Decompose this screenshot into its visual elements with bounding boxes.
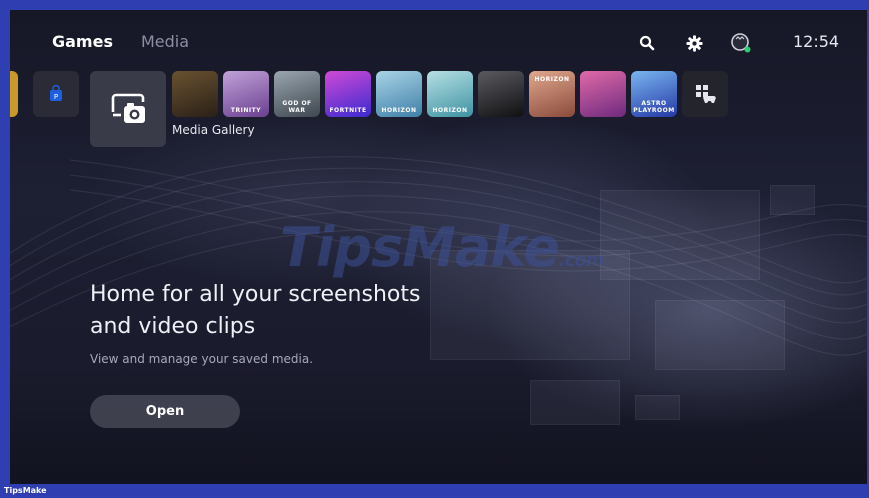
hero-title-line-2: and video clips <box>90 314 256 339</box>
tile-god-of-war[interactable]: GOD OF WAR <box>274 71 320 117</box>
tile-label: HORIZON <box>534 76 570 83</box>
tile-horizon-2[interactable]: HORIZON <box>427 71 473 117</box>
hero-title-line-1: Home for all your screenshots <box>90 282 421 307</box>
tile-baldurs-gate[interactable] <box>172 71 218 117</box>
online-status-dot <box>744 46 751 53</box>
tab-media[interactable]: Media <box>141 32 189 51</box>
svg-text:P: P <box>54 93 58 101</box>
tile-deliver-us[interactable] <box>580 71 626 117</box>
open-button[interactable]: Open <box>90 395 240 428</box>
watermark-logo: TipsMake.com <box>280 216 605 279</box>
tile-horizon-1[interactable]: HORIZON <box>376 71 422 117</box>
tile-label: GOD OF WAR <box>282 100 312 114</box>
tile-label: TRINITY <box>230 107 262 114</box>
tile-label: FORTNITE <box>329 107 367 114</box>
background-ghost-panel <box>635 395 680 420</box>
media-gallery-tile[interactable] <box>90 71 166 147</box>
tile-trinity-fusion[interactable]: TRINITY <box>223 71 269 117</box>
camera-screen-icon <box>111 93 145 123</box>
ps-store-icon: P <box>50 85 62 101</box>
search-icon[interactable] <box>636 32 658 54</box>
media-gallery-label: Media Gallery <box>172 123 255 137</box>
profile-avatar-icon[interactable] <box>730 32 752 54</box>
tile-fortnite[interactable]: FORTNITE <box>325 71 371 117</box>
tile-label: HORIZON <box>432 107 468 114</box>
clock: 12:54 <box>793 32 840 51</box>
tile-label: HORIZON <box>381 107 417 114</box>
playstation-store-tile[interactable]: P <box>33 71 79 117</box>
tile-game-library[interactable] <box>682 71 728 117</box>
background-ghost-panel <box>770 185 815 215</box>
background-ghost-panel <box>655 300 785 370</box>
footer-brand: TipsMake <box>4 486 47 495</box>
tile-skyrim[interactable] <box>478 71 524 117</box>
background-ghost-panel <box>530 380 620 425</box>
ps5-home-screen: Games Media 12:54 P Media Gallery TRINIT… <box>10 10 867 484</box>
hero-subtitle: View and manage your saved media. <box>90 352 314 366</box>
settings-gear-icon[interactable] <box>683 32 705 54</box>
tile-astro-playroom[interactable]: ASTRO PLAYROOM <box>631 71 677 117</box>
tile-partial-game[interactable] <box>10 71 18 117</box>
game-library-icon <box>696 85 716 103</box>
tab-games[interactable]: Games <box>52 32 113 51</box>
tile-horizon-bonus[interactable]: HORIZON <box>529 71 575 117</box>
tile-label: ASTRO PLAYROOM <box>633 100 675 114</box>
